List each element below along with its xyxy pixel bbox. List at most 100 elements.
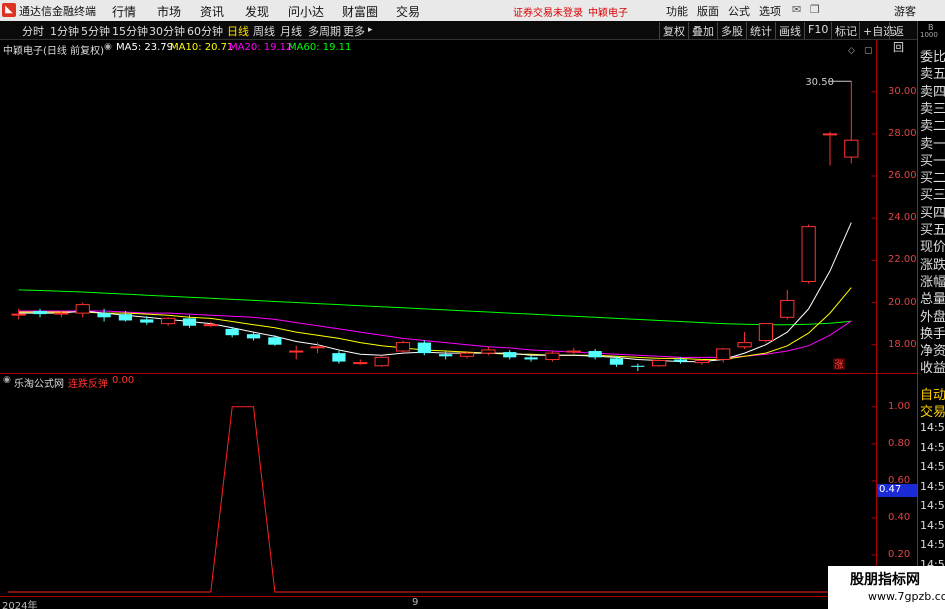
btn-biaoji[interactable]: 标记 — [831, 22, 860, 39]
period-daily[interactable]: 日线 — [227, 23, 249, 39]
candle-body — [652, 360, 667, 367]
candle-body — [118, 314, 133, 321]
guest-label[interactable]: 游客 — [894, 3, 916, 19]
btn-huaxian[interactable]: 画线 — [775, 22, 804, 39]
high-label: 30.50 — [805, 77, 834, 88]
candle-body — [54, 312, 69, 315]
menu-gongneng[interactable]: 功能 — [666, 3, 688, 19]
menu-zixun[interactable]: 资讯 — [200, 3, 224, 20]
period-weekly[interactable]: 周线 — [253, 23, 275, 39]
period-monthly[interactable]: 月线 — [280, 23, 302, 39]
candle-body — [801, 226, 816, 282]
tick-time: 14:56 — [920, 421, 945, 434]
candle — [439, 351, 453, 360]
period-15min[interactable]: 15分钟 — [112, 23, 148, 39]
btn-tongji[interactable]: 统计 — [746, 22, 775, 39]
indicator-tick-label: 0.80 — [888, 437, 911, 449]
candle-body — [310, 346, 325, 349]
menu-jiaoyi[interactable]: 交易 — [396, 3, 420, 20]
menu-caifuquan[interactable]: 财富圈 — [342, 3, 378, 20]
candle — [268, 335, 282, 346]
app-logo-icon: ◣ — [2, 3, 16, 17]
help-icon[interactable]: ❐ — [810, 3, 820, 16]
indicator-chart[interactable] — [0, 388, 877, 596]
menu-hangqing[interactable]: 行情 — [112, 3, 136, 20]
dropdown-icon[interactable]: ◉ — [104, 42, 112, 52]
candle-body — [439, 354, 453, 357]
menu-banmian[interactable]: 版面 — [697, 3, 719, 19]
candle-body — [140, 319, 154, 323]
candle-body — [459, 352, 475, 357]
title-bar: ◣ 通达信金融终端 行情 市场 资讯 发现 问小达 财富圈 交易 证券交易未登录… — [0, 0, 945, 21]
indicator-value: 0.00 — [112, 375, 135, 386]
candle — [822, 131, 838, 166]
panel-divider[interactable] — [0, 373, 917, 374]
candle-body — [161, 317, 176, 325]
candle — [588, 348, 602, 360]
candle-body — [694, 360, 709, 364]
price-tick-label: 26.00 — [888, 170, 917, 182]
app-name: 通达信金融终端 — [19, 5, 96, 18]
period-fenshi[interactable]: 分时 — [22, 23, 44, 39]
menu-faxian[interactable]: 发现 — [245, 3, 269, 20]
menu-shichang[interactable]: 市场 — [157, 3, 181, 20]
btn-duogu[interactable]: 多股 — [717, 22, 746, 39]
price-tick-label: 24.00 — [888, 212, 917, 224]
candle-body — [75, 304, 90, 314]
period-5min[interactable]: 5分钟 — [81, 23, 110, 39]
candle — [395, 340, 411, 354]
candle-body — [673, 359, 688, 362]
ma60-label: MA60: 19.11 — [288, 42, 352, 53]
btn-f10[interactable]: F10 — [804, 22, 831, 39]
menu-wenxiaoda[interactable]: 问小达 — [288, 3, 324, 20]
btn-back[interactable]: 返回 — [889, 22, 917, 54]
candle-body — [758, 323, 774, 341]
side-small-label2: 1000 — [920, 31, 938, 39]
mail-icon[interactable]: ✉ — [792, 3, 801, 16]
candle-body — [33, 310, 47, 315]
quote-row-label: 卖四 — [920, 84, 945, 100]
quote-row-label: 委比 — [920, 50, 945, 65]
period-1min[interactable]: 1分钟 — [50, 23, 79, 39]
trade-row-label[interactable]: 交易 — [920, 401, 945, 420]
candle — [524, 355, 538, 362]
candle-body — [844, 139, 859, 158]
btn-diejia[interactable]: 叠加 — [688, 22, 717, 39]
tick-time: 14:56 — [920, 460, 945, 473]
candle-body — [481, 349, 496, 354]
title-stock-name: 中颖电子 — [588, 8, 628, 19]
candle — [503, 349, 517, 360]
candle — [11, 308, 26, 320]
btn-fuquan[interactable]: 复权 — [659, 22, 688, 39]
candle — [694, 359, 709, 365]
quote-row-label: 卖五 — [920, 67, 945, 83]
candle-body — [566, 350, 581, 353]
candle-body — [545, 352, 560, 360]
candlestick-chart[interactable]: 30.5016.75涨◇▢ — [0, 40, 877, 373]
tick-time: 14:56 — [920, 518, 945, 532]
candle — [353, 359, 368, 365]
quote-row-label: 总量 — [920, 292, 945, 308]
price-tick-label: 30.00 — [888, 85, 917, 97]
candle — [631, 363, 645, 372]
period-30min[interactable]: 30分钟 — [149, 23, 185, 39]
candle-body — [780, 299, 795, 318]
candle-body — [716, 348, 731, 360]
square-icon: ▢ — [864, 46, 873, 56]
chevron-right-icon[interactable]: ▸ — [368, 25, 373, 35]
quote-row-label: 买二 — [920, 171, 945, 187]
tick-time: 14:56 — [920, 538, 945, 551]
candle — [652, 359, 667, 367]
login-warning[interactable]: 证券交易未登录 — [513, 4, 583, 19]
period-60min[interactable]: 60分钟 — [187, 23, 223, 39]
indicator-dropdown-icon[interactable]: ◉ — [3, 375, 11, 385]
menu-gongshi[interactable]: 公式 — [728, 3, 750, 19]
price-tick-label: 22.00 — [888, 254, 917, 266]
period-more[interactable]: 更多 — [343, 23, 365, 39]
period-toolbar: 分时 1分钟 5分钟 15分钟 30分钟 60分钟 日线 周线 月线 多周期 更… — [0, 21, 917, 54]
quote-row-label: 买五 — [920, 223, 945, 238]
period-multi[interactable]: 多周期 — [308, 23, 341, 39]
quote-row-label: 卖三 — [920, 101, 945, 117]
tick-time: 14:56 — [920, 479, 945, 493]
menu-xuanxiang[interactable]: 选项 — [759, 3, 781, 19]
